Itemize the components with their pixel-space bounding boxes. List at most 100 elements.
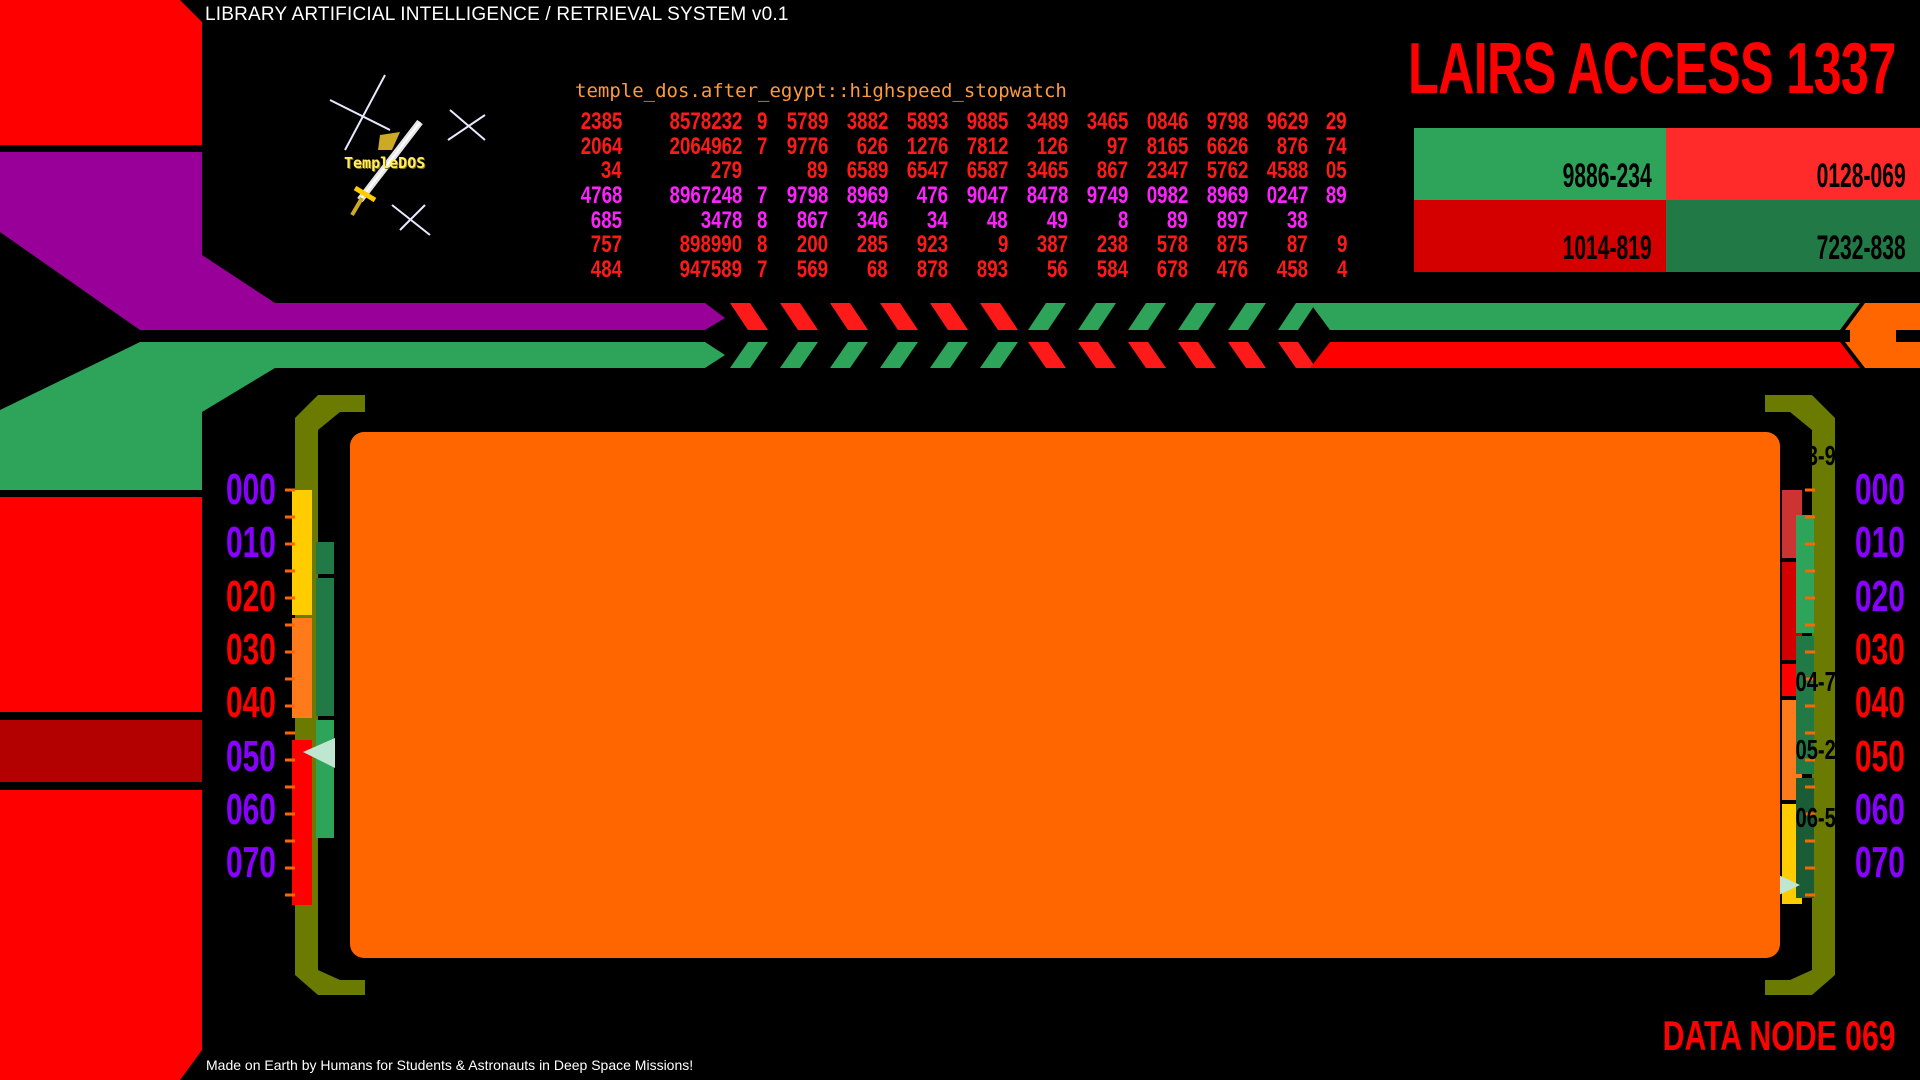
- data-node-label: DATA NODE 069: [1662, 1012, 1896, 1059]
- code-cell: 9: [756, 108, 767, 135]
- code-cell: 89: [1167, 206, 1188, 234]
- code-cell: 8: [1117, 206, 1128, 234]
- code-cell: 74: [1326, 132, 1347, 160]
- left-scale-label: 060: [226, 784, 276, 834]
- code-cell: 34: [601, 157, 622, 185]
- code-cell: 3465: [1026, 157, 1068, 185]
- code-cell: 897: [1216, 206, 1248, 234]
- status-cell-label: 9886-234: [1562, 157, 1652, 195]
- code-cell: 8: [756, 231, 767, 259]
- right-scale-label: 060: [1855, 784, 1905, 834]
- code-cell: 0247: [1266, 182, 1308, 210]
- code-cell: 8969: [846, 182, 888, 210]
- code-cell: 6547: [906, 157, 948, 185]
- code-cell: 3489: [1026, 108, 1068, 135]
- right-scale-label: 040: [1855, 678, 1905, 728]
- sidebar-block-1-shape: [0, 0, 202, 145]
- code-cell: 279: [710, 157, 742, 185]
- code-cell: 484: [590, 256, 622, 284]
- code-cell: 34: [927, 206, 948, 234]
- code-cell: 285: [856, 231, 888, 259]
- code-cell: 89: [807, 157, 828, 185]
- code-cell: 9: [1336, 231, 1347, 259]
- code-cell: 875: [1216, 231, 1248, 259]
- code-row: 2385 8578232 9 5789 3882 5893 9885 3489 3465 0846…: [575, 110, 1375, 135]
- right-cap-connector: [1850, 330, 1896, 342]
- code-cell: 5893: [906, 108, 948, 135]
- status-cell-1[interactable]: 9886-234: [1414, 128, 1666, 200]
- right-scale-label: 050: [1855, 731, 1905, 781]
- status-cell-label: 0128-069: [1816, 157, 1906, 195]
- code-cell: 89: [1326, 182, 1347, 210]
- code-cell: 5789: [786, 108, 828, 135]
- status-cell-4[interactable]: 7232-838: [1666, 200, 1920, 272]
- chevron-band-lower: [730, 342, 1316, 368]
- templedos-logo-text: TempleDOS: [344, 154, 426, 172]
- code-cell: 126: [1036, 132, 1068, 160]
- code-cell: 4: [1336, 256, 1347, 284]
- left-scale-label: 030: [226, 624, 276, 674]
- code-cell: 38: [1287, 206, 1308, 234]
- code-cell: 3478: [700, 206, 742, 234]
- status-cell-label: 1014-819: [1562, 229, 1652, 267]
- code-cell: 878: [916, 256, 948, 284]
- code-cell: 49: [1047, 206, 1068, 234]
- code-cell: 87: [1287, 231, 1308, 259]
- code-cell: 7: [756, 182, 767, 210]
- left-scale-label: 000: [226, 465, 276, 514]
- code-cell: 8969: [1206, 182, 1248, 210]
- code-cell: 387: [1036, 231, 1068, 259]
- code-cell: 29: [1326, 108, 1347, 135]
- main-display-panel[interactable]: [350, 432, 1780, 958]
- code-cell: 4588: [1266, 157, 1308, 185]
- right-scale-label: 070: [1855, 838, 1905, 888]
- left-scale-label: 050: [226, 731, 276, 781]
- code-cell: 9629: [1266, 108, 1308, 135]
- code-cell: 2064962: [669, 132, 742, 160]
- right-scale-label: 030: [1855, 624, 1905, 674]
- code-cell: 48: [987, 206, 1008, 234]
- code-cell: 1276: [906, 132, 948, 160]
- code-cell: 3882: [846, 108, 888, 135]
- code-cell: 9798: [786, 182, 828, 210]
- code-cell: 8967248: [669, 182, 742, 210]
- status-cell-label: 7232-838: [1816, 229, 1906, 267]
- status-cell-2[interactable]: 0128-069: [1666, 128, 1920, 200]
- code-cell: 8165: [1146, 132, 1188, 160]
- code-cell: 6587: [966, 157, 1008, 185]
- code-cell: 458: [1276, 256, 1308, 284]
- code-cell: 757: [590, 231, 622, 259]
- code-cell: 7812: [966, 132, 1008, 160]
- code-row: 484 947589 7 569 68 878 893 56 584 678 476 458 4: [575, 258, 1375, 283]
- code-cell: 9885: [966, 108, 1008, 135]
- code-cell: 0982: [1146, 182, 1188, 210]
- footer-text: Made on Earth by Humans for Students & A…: [206, 1057, 694, 1073]
- code-row: 2064 2064962 7 9776 626 1276 7812 126 97 8165 6626…: [575, 132, 1375, 160]
- code-cell: 9: [997, 231, 1008, 259]
- code-row: 757 898990 8 200 285 923 9 387 238 578 875 87 9: [575, 233, 1375, 258]
- code-cell: 238: [1096, 231, 1128, 259]
- code-cell: 2347: [1146, 157, 1188, 185]
- code-cell: 2064: [580, 132, 622, 160]
- code-cell: 678: [1156, 256, 1188, 284]
- code-cell: 923: [916, 231, 948, 259]
- left-scale-label: 010: [226, 518, 276, 568]
- code-cell: 626: [856, 132, 888, 160]
- right-scale-label: 000: [1855, 465, 1905, 514]
- sidebar-block-6-shape: [0, 790, 202, 1080]
- code-cell: 476: [1216, 256, 1248, 284]
- status-cell-3[interactable]: 1014-819: [1414, 200, 1666, 272]
- code-cell: 8: [756, 206, 767, 234]
- code-cell: 9776: [786, 132, 828, 160]
- code-cell: 9749: [1086, 182, 1128, 210]
- code-cell: 7: [756, 132, 767, 160]
- code-cell: 584: [1096, 256, 1128, 284]
- code-cell: 9047: [966, 182, 1008, 210]
- code-row: 34 279 89 6589 6547 6587 3465 867 2347 5762 4588 05: [575, 159, 1375, 184]
- code-cell: 876: [1276, 132, 1308, 160]
- code-cell: 867: [1096, 157, 1128, 185]
- code-cell: 476: [916, 182, 948, 210]
- code-cell: 8578232: [669, 108, 742, 135]
- code-cell: 05: [1326, 157, 1347, 185]
- code-cell: 6589: [846, 157, 888, 185]
